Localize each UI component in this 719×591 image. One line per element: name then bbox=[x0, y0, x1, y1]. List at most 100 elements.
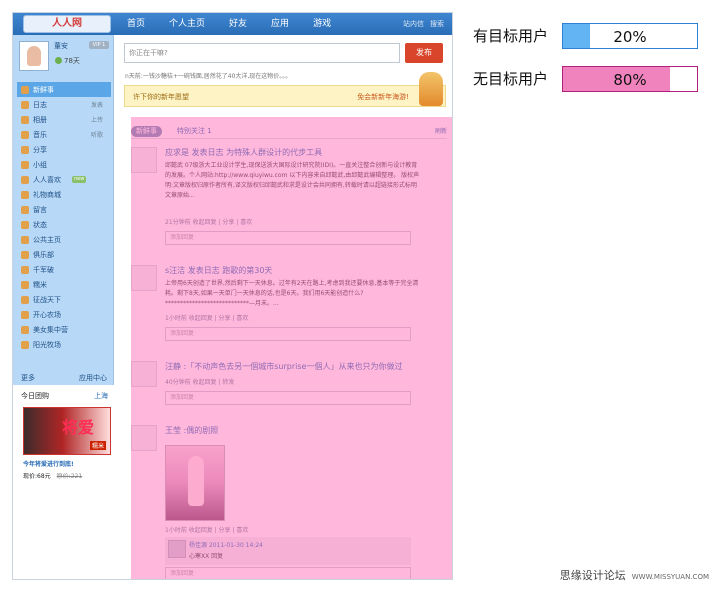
post-meta[interactable]: 21分钟前 收起回复 | 分享 | 喜欢 bbox=[165, 217, 252, 226]
reply-input[interactable]: 添加回复 bbox=[165, 391, 411, 405]
sidebar-item-label: 音乐 bbox=[33, 130, 47, 139]
sidebar-item-label: 俱乐部 bbox=[33, 250, 54, 259]
ranch-icon bbox=[21, 341, 29, 349]
sidebar-item-status[interactable]: 状态 bbox=[17, 217, 111, 232]
post-title[interactable]: 应求是 发表日志 为特殊人群设计的代步工具 bbox=[165, 147, 322, 158]
sidebar-item-groups[interactable]: 小组 bbox=[17, 157, 111, 172]
sidebar-item-messages[interactable]: 留言 bbox=[17, 202, 111, 217]
site-logo[interactable]: 人人网 bbox=[23, 15, 111, 33]
post-meta[interactable]: 1小时前 收起回复 | 分享 | 喜欢 bbox=[165, 313, 248, 322]
sidebar-item-action[interactable]: 上传 bbox=[91, 115, 103, 124]
watermark-url: WWW.MISSYUAN.COM bbox=[631, 573, 709, 581]
sidebar-item-pages[interactable]: 公共主页 bbox=[17, 232, 111, 247]
more-link[interactable]: 更多 bbox=[21, 374, 35, 382]
reply-input[interactable]: 添加回复 bbox=[165, 567, 411, 579]
sidebar-item-music[interactable]: 音乐 听歌 bbox=[17, 127, 111, 142]
post-photo[interactable] bbox=[165, 445, 225, 521]
new-year-banner[interactable]: 许下你的新年愿望 免会新新年海游! bbox=[124, 72, 446, 107]
sidebar-item-feed[interactable]: 新鲜事 bbox=[17, 82, 111, 97]
nav-search[interactable]: 搜索 bbox=[430, 13, 444, 35]
post-meta[interactable]: 40分钟前 收起回复 | 转发 bbox=[165, 377, 234, 386]
sidebar-item-label: 状态 bbox=[33, 220, 47, 229]
legend-targeted-bar: 20% bbox=[562, 23, 698, 49]
page-icon bbox=[21, 236, 29, 244]
nav-games[interactable]: 游戏 bbox=[313, 13, 331, 35]
nuomi-icon bbox=[21, 281, 29, 289]
sidebar-item-action[interactable]: 听歌 bbox=[91, 130, 103, 139]
post-avatar[interactable] bbox=[131, 265, 157, 291]
comment-avatar[interactable] bbox=[168, 540, 186, 558]
group-buy-panel: 今日团购 上海 将爱 糯米 今年将爱进行到底! 现价:68元 原价:221 bbox=[13, 385, 114, 495]
music-icon bbox=[21, 131, 29, 139]
poster-tag: 糯米 bbox=[89, 441, 106, 450]
sidebar-item-label: 糯米 bbox=[33, 280, 47, 289]
group-buy-poster[interactable]: 将爱 糯米 bbox=[23, 407, 111, 455]
sidebar-item-label: 分享 bbox=[33, 145, 47, 154]
nav-right: 站内信 搜索 bbox=[397, 13, 444, 35]
app-center-link[interactable]: 应用中心 bbox=[79, 373, 107, 383]
publish-button[interactable]: 发布 bbox=[405, 43, 443, 63]
nav-apps[interactable]: 应用 bbox=[271, 13, 289, 35]
sidebar-item-label: 相册 bbox=[33, 115, 47, 124]
sidebar-item-game-army[interactable]: 千军破 bbox=[17, 262, 111, 277]
tab-feed[interactable]: 新鲜事 bbox=[131, 126, 162, 137]
avatar[interactable] bbox=[19, 41, 49, 71]
post-avatar[interactable] bbox=[131, 425, 157, 451]
sidebar-item-ranch[interactable]: 阳光牧场 bbox=[17, 337, 111, 352]
post-title[interactable]: 王莹 :偶的剧照 bbox=[165, 425, 218, 436]
sidebar-item-likes[interactable]: 人人喜欢 new bbox=[17, 172, 111, 187]
comment-author[interactable]: 杨佳源 2011-01-30 14:24 bbox=[189, 540, 263, 549]
post-avatar[interactable] bbox=[131, 147, 157, 173]
blog-icon bbox=[21, 101, 29, 109]
legend-untargeted: 无目标用户 80% bbox=[473, 66, 703, 92]
sidebar-item-photos[interactable]: 相册 上传 bbox=[17, 112, 111, 127]
sidebar-item-nuomi[interactable]: 糯米 bbox=[17, 277, 111, 292]
banner-left-text: 许下你的新年愿望 bbox=[133, 93, 189, 101]
nav-messages[interactable]: 站内信 bbox=[403, 13, 424, 35]
nav-home[interactable]: 首页 bbox=[127, 13, 145, 35]
sidebar-item-conquer[interactable]: 征战天下 bbox=[17, 292, 111, 307]
group-buy-price: 现价:68元 原价:221 bbox=[23, 471, 82, 480]
post-title[interactable]: 汪静 :「不动声色去另一個城市surprise一個人」从来也只为你做过 bbox=[165, 361, 402, 372]
tab-special[interactable]: 特别关注 1 bbox=[177, 126, 212, 137]
sidebar-item-share[interactable]: 分享 bbox=[17, 142, 111, 157]
camp-icon bbox=[21, 326, 29, 334]
status-input[interactable]: 你正在干嘛? bbox=[124, 43, 400, 63]
post-body: 上帝用6天创造了世界,然后剩下一天休息。过年有2天在路上,考虑到我还要休息,基本… bbox=[165, 280, 419, 307]
sidebar-item-label: 新鲜事 bbox=[33, 85, 54, 94]
sidebar-item-label: 千军破 bbox=[33, 265, 54, 274]
original-price: 原价:221 bbox=[56, 473, 83, 480]
photo-icon bbox=[21, 116, 29, 124]
sidebar-item-label: 阳光牧场 bbox=[33, 340, 61, 349]
sidebar-item-club[interactable]: 俱乐部 bbox=[17, 247, 111, 262]
sidebar-item-action[interactable]: 发表 bbox=[91, 100, 103, 109]
refresh-button[interactable]: 刷新 bbox=[435, 126, 447, 137]
post-comment: 杨佳源 2011-01-30 14:24 心寒XX 回复 bbox=[165, 537, 411, 565]
group-buy-region[interactable]: 上海 bbox=[94, 391, 108, 401]
sidebar-item-label: 礼物商城 bbox=[33, 190, 61, 199]
sidebar-item-label: 小组 bbox=[33, 160, 47, 169]
reply-input[interactable]: 添加回复 bbox=[165, 231, 411, 245]
farm-icon bbox=[21, 311, 29, 319]
post-title[interactable]: s汪洁 发表日志 跑歌的第30天 bbox=[165, 265, 272, 276]
sidebar-item-farm[interactable]: 开心农场 bbox=[17, 307, 111, 322]
sidebar-item-blog[interactable]: 日志 发表 bbox=[17, 97, 111, 112]
main-nav: 首页 个人主页 好友 应用 游戏 bbox=[127, 13, 355, 35]
post-avatar[interactable] bbox=[131, 361, 157, 387]
sidebar-item-beauty[interactable]: 美女集中营 bbox=[17, 322, 111, 337]
nav-profile[interactable]: 个人主页 bbox=[169, 13, 205, 35]
group-buy-desc[interactable]: 今年将爱进行到底! bbox=[23, 459, 74, 468]
feed-icon bbox=[21, 86, 29, 94]
nav-friends[interactable]: 好友 bbox=[229, 13, 247, 35]
current-price: 现价:68元 bbox=[23, 473, 51, 480]
sidebar-item-gifts[interactable]: 礼物商城 bbox=[17, 187, 111, 202]
feed-tabs: 新鲜事 特别关注 1 刷新 bbox=[131, 125, 447, 139]
legend-targeted: 有目标用户 20% bbox=[473, 23, 703, 49]
post-meta[interactable]: 1小时前 收起回复 | 分享 | 喜欢 bbox=[165, 525, 248, 534]
reply-input[interactable]: 添加回复 bbox=[165, 327, 411, 341]
legend-untargeted-percent: 80% bbox=[613, 71, 647, 89]
club-icon bbox=[21, 251, 29, 259]
sidebar-item-label: 日志 bbox=[33, 100, 47, 109]
legend-targeted-percent: 20% bbox=[613, 28, 647, 46]
user-name[interactable]: 董安 bbox=[54, 41, 68, 51]
